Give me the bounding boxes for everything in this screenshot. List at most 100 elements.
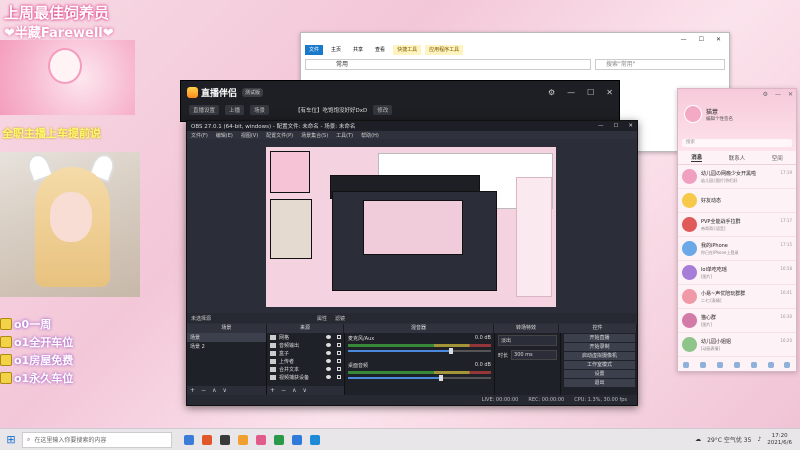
- avatar[interactable]: [684, 105, 702, 123]
- taskbar-app-icon[interactable]: [202, 434, 212, 445]
- tab-space[interactable]: 空间: [772, 154, 783, 162]
- taskbar-app-icon[interactable]: [274, 434, 284, 445]
- pill-settings[interactable]: 直播设置: [189, 105, 220, 115]
- virtual-camera-button[interactable]: 启动虚拟摄像机: [564, 352, 635, 360]
- list-item[interactable]: 我的iPhone 你已在iPhone上登录 17:15: [678, 237, 796, 261]
- minimize-button[interactable]: —: [567, 88, 575, 97]
- mail-icon[interactable]: [733, 362, 740, 368]
- menu-edit[interactable]: 编辑(E): [216, 132, 233, 139]
- address-bar[interactable]: 常用: [305, 59, 591, 70]
- obs-preview-canvas[interactable]: [266, 147, 556, 307]
- menu-view[interactable]: 视图(V): [241, 132, 258, 139]
- menu-profile[interactable]: 配置文件(P): [266, 132, 293, 139]
- filters-button[interactable]: 滤镜: [335, 315, 345, 322]
- obs-window[interactable]: OBS 27.0.1 (64-bit, windows) - 配置文件: 未命名…: [186, 120, 638, 406]
- add-source-button[interactable]: +: [270, 387, 275, 394]
- close-button[interactable]: ✕: [788, 91, 793, 98]
- weather-text[interactable]: 29°C 空气优 35: [707, 435, 751, 444]
- app-icon[interactable]: [784, 362, 791, 368]
- menu-file[interactable]: 文件(F): [191, 132, 208, 139]
- gear-icon[interactable]: ⚙: [548, 88, 555, 97]
- move-down-button[interactable]: ∨: [302, 387, 306, 394]
- explorer-search-input[interactable]: 搜索"常用": [595, 59, 725, 70]
- eye-icon[interactable]: [326, 351, 331, 355]
- volume-slider[interactable]: [348, 375, 491, 381]
- remove-source-button[interactable]: −: [281, 387, 286, 394]
- add-scene-button[interactable]: +: [190, 387, 195, 394]
- list-item[interactable]: 好友动态: [678, 189, 796, 213]
- app-icon[interactable]: [750, 362, 757, 368]
- taskbar-search[interactable]: ⌕ 在这里输入你要搜索的内容: [22, 431, 172, 448]
- list-item[interactable]: 幼儿园の网瘾少女开黑啦 幼儿园:[图片]你们好 17:19: [678, 165, 796, 189]
- source-item[interactable]: 盒子: [267, 349, 344, 357]
- eye-icon[interactable]: [326, 375, 331, 379]
- taskbar-app-icon[interactable]: [220, 434, 230, 445]
- eye-icon[interactable]: [326, 367, 331, 371]
- minimize-button[interactable]: —: [775, 91, 781, 98]
- close-button[interactable]: ✕: [716, 36, 721, 43]
- source-item[interactable]: 网格: [267, 333, 344, 341]
- qq-window[interactable]: ⚙ — ✕ 猫薏 编辑个性签名 搜索 消息 联系人 空间 幼儿园の网瘾少女开黑啦…: [677, 88, 797, 372]
- remove-scene-button[interactable]: −: [201, 387, 206, 394]
- lock-icon[interactable]: [337, 343, 341, 347]
- minimize-button[interactable]: —: [681, 36, 687, 43]
- gear-icon[interactable]: ⚙: [763, 91, 768, 98]
- ribbon-tab-file[interactable]: 文件: [305, 45, 324, 55]
- lock-icon[interactable]: [337, 359, 341, 363]
- list-item[interactable]: 小易~声优陪玩群群 二七:[表情] 16:41: [678, 285, 796, 309]
- lock-icon[interactable]: [337, 335, 341, 339]
- list-item[interactable]: lol单吃吃瑶 [图片] 16:58: [678, 261, 796, 285]
- lock-icon[interactable]: [337, 367, 341, 371]
- studio-mode-button[interactable]: 工作室模式: [564, 361, 635, 369]
- source-item[interactable]: 合并文本: [267, 365, 344, 373]
- qq-search-input[interactable]: 搜索: [682, 139, 792, 147]
- zhibo-banlv-window[interactable]: 直播伴侣 测试版 ⚙ — ☐ ✕ 直播设置 上播 场景 【有车位】吃饱饱没好好D…: [180, 80, 620, 122]
- move-up-button[interactable]: ∧: [212, 387, 216, 394]
- eye-icon[interactable]: [326, 343, 331, 347]
- maximize-button[interactable]: ☐: [587, 88, 594, 97]
- scene-item[interactable]: 场景: [187, 333, 266, 342]
- volume-slider[interactable]: [348, 348, 491, 354]
- start-recording-button[interactable]: 开始录制: [564, 343, 635, 351]
- list-item[interactable]: PVP全能战手拉群 帝哥哥:[语音] 17:17: [678, 213, 796, 237]
- taskbar-app-icon[interactable]: [238, 434, 248, 445]
- move-down-button[interactable]: ∨: [222, 387, 226, 394]
- slider-knob[interactable]: [448, 348, 453, 354]
- taskbar-app-icon[interactable]: [184, 434, 194, 445]
- scene-item[interactable]: 场景 2: [187, 342, 266, 351]
- file-icon[interactable]: [717, 362, 724, 368]
- contacts-icon[interactable]: [700, 362, 707, 368]
- slider-knob[interactable]: [438, 375, 443, 381]
- maximize-button[interactable]: ☐: [613, 123, 618, 129]
- tab-contacts[interactable]: 联系人: [729, 154, 746, 162]
- list-item[interactable]: 幼儿园小姐姐 [动画表情] 16:20: [678, 333, 796, 357]
- app-icon[interactable]: [767, 362, 774, 368]
- qq-signature[interactable]: 编辑个性签名: [706, 116, 733, 122]
- source-item[interactable]: 视频捕获设备: [267, 373, 344, 381]
- clock[interactable]: 17:20 2021/6/6: [767, 433, 792, 447]
- taskbar-app-icon[interactable]: [292, 434, 302, 445]
- maximize-button[interactable]: ☐: [699, 36, 704, 43]
- lock-icon[interactable]: [337, 375, 341, 379]
- pill-scene[interactable]: 场景: [250, 105, 270, 115]
- eye-icon[interactable]: [326, 359, 331, 363]
- edit-title-button[interactable]: 修改: [373, 105, 393, 115]
- duration-input[interactable]: 300 ms: [511, 350, 557, 360]
- source-item[interactable]: 音频输出: [267, 341, 344, 349]
- menu-icon[interactable]: [683, 362, 690, 368]
- ribbon-tab-quick-tools[interactable]: 快捷工具: [393, 45, 422, 55]
- exit-button[interactable]: 退出: [564, 379, 635, 387]
- ribbon-tab-home[interactable]: 主页: [327, 45, 345, 55]
- tab-messages[interactable]: 消息: [691, 153, 703, 162]
- minimize-button[interactable]: —: [598, 123, 604, 129]
- close-button[interactable]: ✕: [628, 123, 633, 129]
- taskbar-app-icon[interactable]: [256, 434, 266, 445]
- menu-help[interactable]: 帮助(H): [361, 132, 379, 139]
- move-up-button[interactable]: ∧: [292, 387, 296, 394]
- ribbon-tab-app-tools[interactable]: 应用程序工具: [425, 45, 464, 55]
- menu-tools[interactable]: 工具(T): [336, 132, 353, 139]
- eye-icon[interactable]: [326, 335, 331, 339]
- volume-icon[interactable]: ♪: [757, 436, 761, 443]
- menu-scene-collection[interactable]: 场景集合(S): [301, 132, 328, 139]
- start-streaming-button[interactable]: 开始直播: [564, 334, 635, 342]
